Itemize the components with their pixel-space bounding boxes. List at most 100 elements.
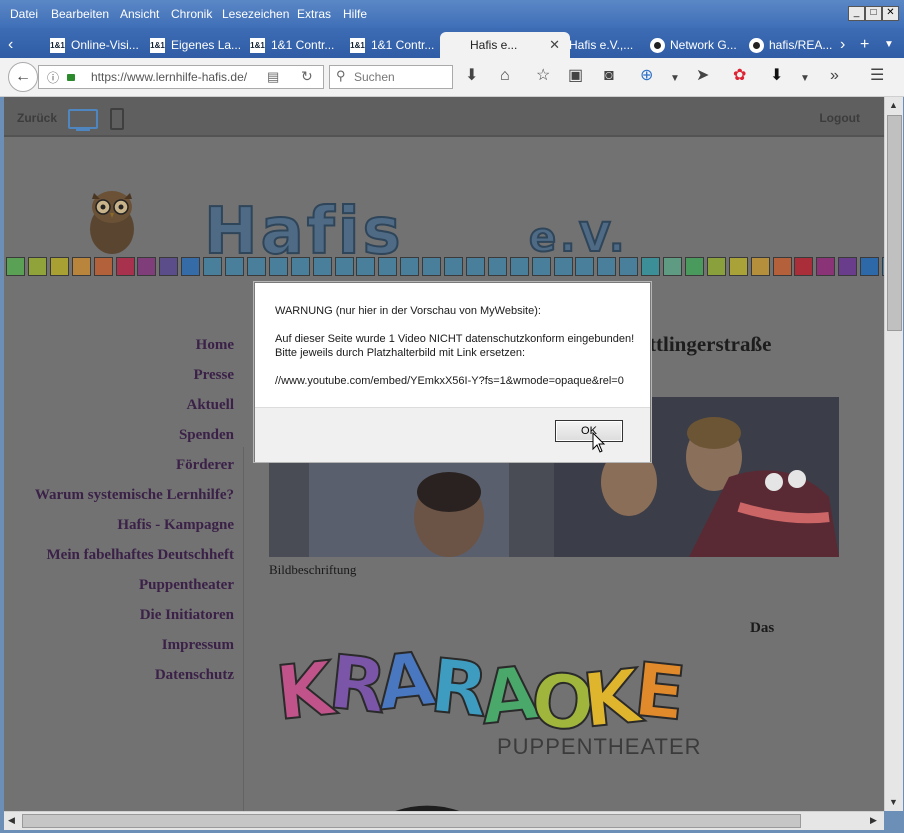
overflow-chevron-icon[interactable]: » [830,68,839,84]
download-arrow-icon[interactable]: ⬇ [465,68,478,84]
url-text[interactable]: https://www.lernhilfe-hafis.de/ [91,70,247,84]
home-icon[interactable]: ⌂ [500,68,510,84]
color-square [509,257,529,276]
desktop-view-icon[interactable] [68,109,98,131]
tab-network-g[interactable]: Network G... [650,32,740,58]
vertical-scroll-thumb[interactable] [887,115,902,331]
scroll-right-icon[interactable]: ▶ [870,815,877,826]
warning-title: WARNUNG (nur hier in der Vorschau von My… [275,305,541,317]
tab-scroll-right-icon[interactable]: › [840,32,845,58]
colorful-addon-icon[interactable]: ✿ [733,68,746,84]
horizontal-scroll-thumb[interactable] [22,814,801,828]
ok-button[interactable]: OK [555,420,623,442]
color-square [619,257,639,276]
nav-link-datenschutz[interactable]: Datenschutz [155,667,234,684]
color-square [225,257,244,276]
dropdown-icon[interactable]: ▼ [670,71,680,87]
minimize-button[interactable]: _ [848,6,865,21]
tab-label: Network G... [670,38,737,52]
nav-link-die-initiatoren[interactable]: Die Initiatoren [140,607,234,624]
search-box[interactable]: ⚲ Suchen [329,65,453,89]
pocket-icon[interactable]: ◙ [604,68,614,84]
close-window-button[interactable]: ✕ [882,6,899,21]
reader-view-icon[interactable]: ▤ [267,69,279,85]
tab-eigenes-la[interactable]: 1&1 Eigenes La... [150,32,240,58]
color-square [334,257,354,276]
mobile-view-icon[interactable] [110,108,124,130]
nav-link-warum-systemische-lernhilfe-[interactable]: Warum systemische Lernhilfe? [35,487,234,504]
color-square [597,257,617,276]
nav-link-aktuell[interactable]: Aktuell [186,397,234,414]
nav-link-spenden[interactable]: Spenden [179,427,234,444]
bookmark-star-icon[interactable]: ☆ [536,68,550,84]
tab-list-icon[interactable]: ▼ [884,32,894,58]
nav-link-impressum[interactable]: Impressum [162,637,234,654]
tab-label: Eigenes La... [171,38,240,52]
color-square [93,257,113,276]
tab-hafis-ev[interactable]: Hafis e.V.,... [569,32,639,58]
page-heading: ttlingerstraße [649,332,772,356]
color-square [487,257,507,276]
color-square [422,257,442,276]
site-body: Hafis e.V. Home Presse Aktuell Spenden Förde… [4,137,884,811]
close-tab-icon[interactable]: ✕ [549,32,560,58]
color-square [663,257,682,276]
nav-divider [243,447,244,811]
horizontal-scrollbar[interactable]: ◀ ▶ [4,811,884,830]
nav-link-presse[interactable]: Presse [193,367,234,384]
dropdown-icon[interactable]: ▼ [800,71,810,87]
tab-scroll-left-icon[interactable]: ‹ [8,32,13,58]
image-caption: Bildbeschriftung [269,562,357,577]
menu-extras[interactable]: Extras [297,7,331,21]
nav-link-puppentheater[interactable]: Puppentheater [139,577,234,594]
tab-label: Hafis e.V.,... [569,38,634,52]
oneandone-icon: 1&1 [50,38,65,54]
hamburger-menu-icon[interactable]: ☰ [870,68,884,84]
reload-icon[interactable]: ↻ [301,68,313,85]
scroll-left-icon[interactable]: ◀ [8,815,15,826]
warning-video-url: //www.youtube.com/embed/YEmkxX56I-Y?fs=1… [275,375,624,387]
menu-hilfe[interactable]: Hilfe [343,7,367,21]
info-icon[interactable]: ⓘ [47,69,59,86]
scroll-down-icon[interactable]: ▼ [889,797,898,807]
nav-link-hafis-kampagne[interactable]: Hafis - Kampagne [117,517,234,534]
download-icon[interactable]: ⬇ [770,68,783,84]
color-square [860,257,880,276]
menu-ansicht[interactable]: Ansicht [120,7,159,21]
new-tab-icon[interactable]: + [860,32,869,58]
tab-hafis-rea[interactable]: hafis/REA... [749,32,835,58]
clipboard-icon[interactable]: ▣ [568,68,583,84]
color-square [816,257,836,276]
color-square [312,257,332,276]
menu-bearbeiten[interactable]: Bearbeiten [51,7,109,21]
vertical-scrollbar[interactable]: ▲ ▼ [884,97,903,811]
logout-link[interactable]: Logout [819,111,860,125]
maximize-button[interactable]: □ [865,6,882,21]
tab-hafis-active[interactable]: Hafis e... ✕ [440,32,570,58]
color-square [378,257,398,276]
url-bar[interactable]: ⓘ https://www.lernhilfe-hafis.de/ ▤ ↻ [38,65,324,89]
tab-online-visi[interactable]: 1&1 Online-Visi... [50,32,140,58]
back-button[interactable]: ← [8,62,38,92]
color-square [159,257,179,276]
menu-datei[interactable]: Datei [10,7,38,21]
color-square [290,257,310,276]
menu-chronik[interactable]: Chronik [171,7,212,21]
lock-icon [67,74,75,81]
color-square [706,257,726,276]
zurueck-link[interactable]: Zurück [17,111,57,125]
ev-logo-text: e.V. [528,214,629,262]
nav-link-home[interactable]: Home [196,337,234,354]
download-manager-icon[interactable]: ⊕ [640,68,653,84]
nav-link-mein-fabelhaftes-deutschheft[interactable]: Mein fabelhaftes Deutschheft [47,547,234,564]
owl-logo-icon [90,191,134,254]
nav-link-förderer[interactable]: Förderer [176,457,234,474]
menu-lesezeichen[interactable]: Lesezeichen [222,7,289,21]
scroll-up-icon[interactable]: ▲ [889,100,898,110]
color-square [575,257,595,276]
color-square-strip [6,257,884,279]
color-square [750,257,770,276]
tab-contr-2[interactable]: 1&1 1&1 Contr... [350,32,440,58]
send-icon[interactable]: ➤ [696,68,709,84]
tab-contr-1[interactable]: 1&1 1&1 Contr... [250,32,340,58]
